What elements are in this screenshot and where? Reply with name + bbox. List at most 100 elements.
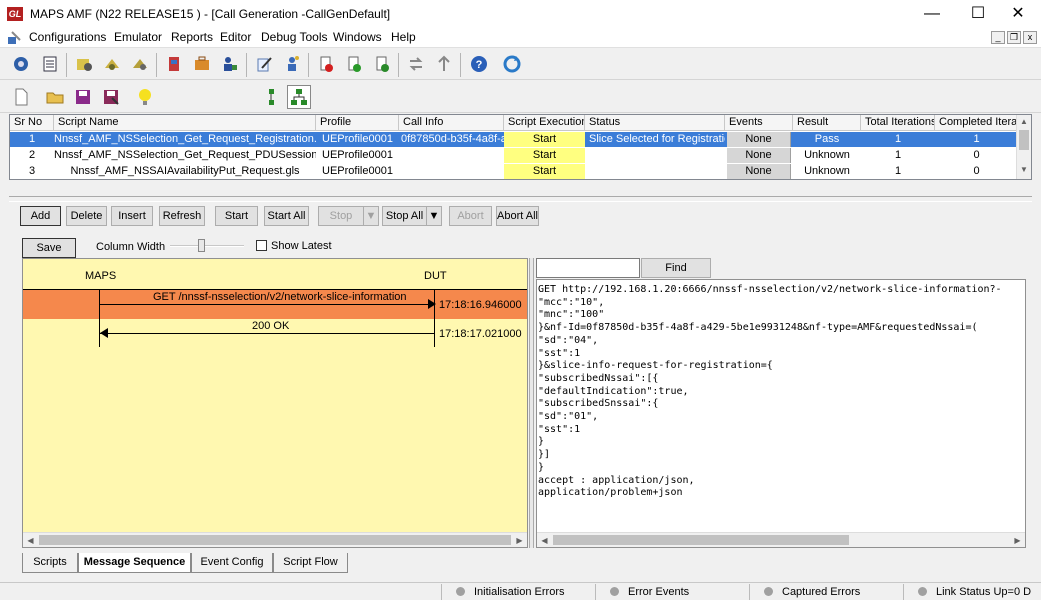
column-width-slider[interactable] <box>170 245 244 247</box>
menu-editor[interactable]: Editor <box>220 30 251 44</box>
menu-help[interactable]: Help <box>391 30 416 44</box>
col-header-sr-no[interactable]: Sr No <box>10 115 54 131</box>
stop-all-dropdown-button[interactable]: ▼ <box>426 206 442 226</box>
message-label[interactable]: 200 OK <box>252 320 289 332</box>
abort-button[interactable]: Abort <box>449 206 492 226</box>
table-row[interactable]: 2 Nnssf_AMF_NSSelection_Get_Request_PDUS… <box>10 148 1018 163</box>
start-all-button[interactable]: Start All <box>264 206 309 226</box>
new-file-icon[interactable] <box>9 85 33 109</box>
settings-person-icon[interactable] <box>280 52 304 76</box>
scroll-thumb[interactable] <box>553 535 849 545</box>
menu-emulator[interactable]: Emulator <box>114 30 162 44</box>
detail-horizontal-scrollbar[interactable]: ◀ ▶ <box>537 532 1025 547</box>
start-script-button[interactable]: Start <box>504 132 585 147</box>
col-header-script-execution[interactable]: Script Execution <box>504 115 585 131</box>
help-icon[interactable]: ? <box>467 52 491 76</box>
minimize-button[interactable]: — <box>909 0 955 28</box>
tab-script-flow[interactable]: Script Flow <box>273 553 348 573</box>
save-as-icon[interactable] <box>99 85 123 109</box>
load-script-icon[interactable] <box>72 52 96 76</box>
scroll-right-icon[interactable]: ▶ <box>1010 533 1025 547</box>
user-lock-icon[interactable] <box>218 52 242 76</box>
col-header-profile[interactable]: Profile <box>316 115 399 131</box>
bulk-profile-icon[interactable] <box>128 52 152 76</box>
menu-configurations[interactable]: Configurations <box>29 30 106 44</box>
menu-reports[interactable]: Reports <box>171 30 213 44</box>
menu-windows[interactable]: Windows <box>333 30 382 44</box>
events-button[interactable]: None <box>727 164 791 179</box>
find-button[interactable]: Find <box>641 258 711 278</box>
gear-icon[interactable] <box>9 52 33 76</box>
scroll-right-icon[interactable]: ▶ <box>512 533 527 547</box>
profile-icon[interactable] <box>100 52 124 76</box>
open-folder-icon[interactable] <box>43 85 67 109</box>
grid-vertical-scrollbar[interactable]: ▲ ▼ <box>1016 115 1031 179</box>
message-detail-panel[interactable]: GET http://192.168.1.20:6666/nnssf-nssel… <box>536 279 1026 548</box>
stop-all-button[interactable]: Stop All <box>382 206 427 226</box>
scroll-up-icon[interactable]: ▲ <box>1020 117 1028 126</box>
briefcase-icon[interactable] <box>190 52 214 76</box>
arrows-icon[interactable] <box>432 52 456 76</box>
col-header-call-info[interactable]: Call Info <box>399 115 504 131</box>
start-script-button[interactable]: Start <box>504 164 585 179</box>
message-arrow-response[interactable] <box>99 333 434 334</box>
tree-view-icon[interactable] <box>259 85 283 109</box>
message-sequence-diagram[interactable]: MAPS DUT GET /nnssf-nsselection/v2/netwo… <box>22 258 528 548</box>
insert-button[interactable]: Insert <box>111 206 153 226</box>
stop-dropdown-button[interactable]: ▼ <box>363 206 379 226</box>
edit-icon[interactable] <box>252 52 276 76</box>
mdi-close-button[interactable]: x <box>1023 31 1037 44</box>
slider-thumb[interactable] <box>198 239 205 252</box>
message-label[interactable]: GET /nnssf-nsselection/v2/network-slice-… <box>153 291 407 303</box>
scroll-left-icon[interactable]: ◀ <box>23 533 38 547</box>
scroll-thumb[interactable] <box>1019 130 1029 150</box>
add-button[interactable]: Add <box>20 206 61 226</box>
tab-event-config[interactable]: Event Config <box>191 553 273 573</box>
network-view-icon[interactable] <box>287 85 311 109</box>
mdi-restore-button[interactable]: ❐ <box>1007 31 1021 44</box>
sequence-horizontal-scrollbar[interactable]: ◀ ▶ <box>23 532 527 547</box>
start-script-button[interactable]: Start <box>504 148 585 163</box>
menu-debug-tools[interactable]: Debug Tools <box>261 30 328 44</box>
stop-record-icon[interactable] <box>314 52 338 76</box>
tab-scripts[interactable]: Scripts <box>22 553 78 573</box>
transfer-icon[interactable] <box>404 52 428 76</box>
refresh-button[interactable]: Refresh <box>159 206 205 226</box>
maps-lifeline <box>99 289 100 347</box>
notebook-icon[interactable] <box>38 52 62 76</box>
lightbulb-icon[interactable] <box>133 85 157 109</box>
mdi-minimize-button[interactable]: _ <box>991 31 1005 44</box>
col-header-script-name[interactable]: Script Name <box>54 115 316 131</box>
show-latest-checkbox[interactable] <box>256 240 267 251</box>
refresh-icon[interactable] <box>500 52 524 76</box>
col-header-result[interactable]: Result <box>793 115 861 131</box>
tab-message-sequence[interactable]: Message Sequence <box>78 553 191 573</box>
abort-all-button[interactable]: Abort All <box>496 206 539 226</box>
vertical-splitter[interactable] <box>529 258 534 548</box>
start-button[interactable]: Start <box>215 206 258 226</box>
mdi-child-icon[interactable] <box>7 31 21 45</box>
panel-splitter[interactable] <box>9 196 1032 202</box>
find-input[interactable] <box>536 258 640 278</box>
save-icon[interactable] <box>71 85 95 109</box>
database-icon[interactable] <box>162 52 186 76</box>
col-header-status[interactable]: Status <box>585 115 725 131</box>
stop-button[interactable]: Stop <box>318 206 364 226</box>
message-line: GET http://192.168.1.20:6666/nnssf-nssel… <box>538 284 1002 295</box>
delete-button[interactable]: Delete <box>66 206 107 226</box>
table-row[interactable]: 1 Nnssf_AMF_NSSelection_Get_Request_Regi… <box>10 132 1018 147</box>
save-sequence-button[interactable]: Save <box>22 238 76 258</box>
message-arrow-request[interactable] <box>99 304 434 305</box>
table-row[interactable]: 3 Nnssf_AMF_NSSAIAvailabilityPut_Request… <box>10 164 1018 179</box>
scroll-down-icon[interactable]: ▼ <box>1020 165 1028 174</box>
events-button[interactable]: None <box>727 148 791 163</box>
play-record-icon[interactable] <box>370 52 394 76</box>
script-grid[interactable]: Sr No Script Name Profile Call Info Scri… <box>9 114 1032 180</box>
col-header-events[interactable]: Events <box>725 115 793 131</box>
close-button[interactable]: ✕ <box>995 0 1041 28</box>
events-button[interactable]: None <box>727 132 791 147</box>
call-record-icon[interactable] <box>342 52 366 76</box>
scroll-left-icon[interactable]: ◀ <box>537 533 552 547</box>
scroll-thumb[interactable] <box>39 535 511 545</box>
col-header-total-iterations[interactable]: Total Iterations <box>861 115 935 131</box>
